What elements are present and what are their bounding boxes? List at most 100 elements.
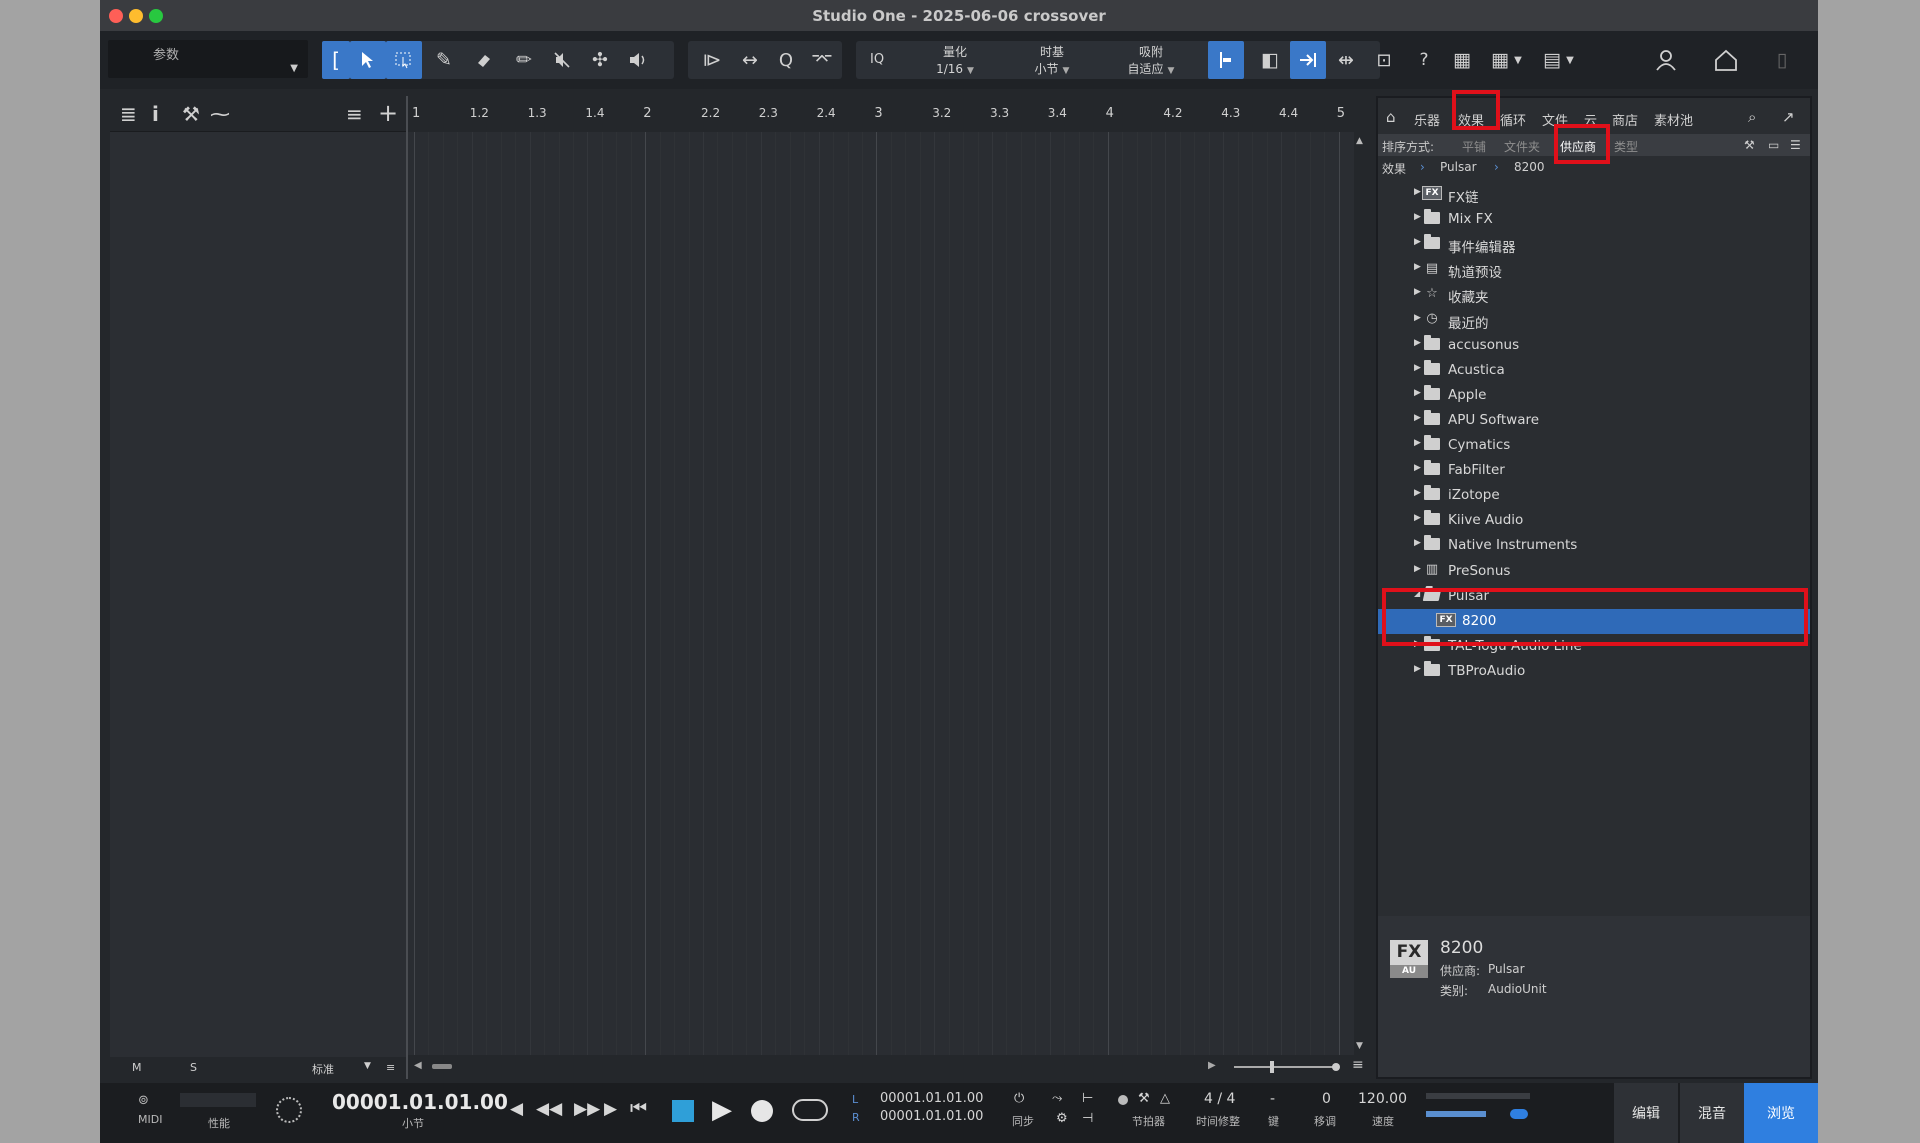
list-icon[interactable]: ≣ bbox=[120, 102, 137, 126]
tree-item[interactable]: ▶ Apple bbox=[1378, 383, 1810, 408]
collapsed-arrow-icon[interactable]: ▶ bbox=[1414, 388, 1421, 398]
collapsed-arrow-icon[interactable]: ▶ bbox=[1414, 313, 1421, 323]
settings-icon[interactable]: ⚙ bbox=[1056, 1111, 1068, 1126]
key-value[interactable]: - bbox=[1270, 1091, 1275, 1107]
ripple-edit-button[interactable]: ⌤ bbox=[804, 41, 840, 79]
tree-item[interactable]: ▶ ▥ PreSonus bbox=[1378, 559, 1810, 584]
breadcrumb-effects[interactable]: 效果 bbox=[1382, 160, 1406, 177]
track-list-icon[interactable]: ≡ bbox=[346, 102, 363, 126]
play-button[interactable]: ▶ bbox=[712, 1095, 732, 1125]
collapsed-arrow-icon[interactable]: ▶ bbox=[1414, 237, 1421, 247]
stop-button[interactable] bbox=[672, 1100, 694, 1122]
sort-type[interactable]: 类型 bbox=[1614, 138, 1638, 155]
list-options-icon[interactable]: ☰ bbox=[1790, 138, 1801, 152]
search-icon[interactable]: ⌕ bbox=[1748, 108, 1756, 126]
stretch-button[interactable]: ↔ bbox=[732, 41, 768, 79]
precount-icon[interactable]: ⤳ bbox=[1052, 1091, 1062, 1106]
snap-selector[interactable]: 吸附 自适应 ▼ bbox=[1106, 44, 1196, 80]
parameter-dropdown[interactable]: 参数 ▼ bbox=[108, 40, 308, 78]
track-height-selector[interactable]: 标准 bbox=[312, 1061, 334, 1077]
tree-item[interactable]: ▶ TBProAudio bbox=[1378, 659, 1810, 684]
menu-icon[interactable]: ≡ bbox=[386, 1061, 395, 1074]
split-at-cursor-button[interactable]: ⧐ bbox=[694, 41, 730, 79]
midi-monitor[interactable]: ⊚ bbox=[138, 1093, 149, 1108]
volume-toggle[interactable] bbox=[1510, 1109, 1528, 1119]
tab-shop[interactable]: 商店 bbox=[1612, 110, 1638, 129]
help-button[interactable]: ? bbox=[1406, 41, 1442, 79]
tree-item[interactable]: ▶ APU Software bbox=[1378, 408, 1810, 433]
quantize-selector[interactable]: 量化 1/16 ▼ bbox=[920, 44, 990, 80]
collapsed-arrow-icon[interactable]: ▶ bbox=[1414, 187, 1421, 197]
collapsed-arrow-icon[interactable]: ▶ bbox=[1414, 538, 1421, 548]
video-icon[interactable]: ▦ bbox=[1444, 41, 1480, 79]
mute-all-button[interactable]: M bbox=[132, 1061, 142, 1074]
collapsed-arrow-icon[interactable]: ▶ bbox=[1414, 413, 1421, 423]
tree-item[interactable]: ▶ Acustica bbox=[1378, 358, 1810, 383]
mix-view-button[interactable]: 混音 bbox=[1680, 1083, 1744, 1143]
tab-loops[interactable]: 循环 bbox=[1500, 110, 1526, 129]
document-icon[interactable]: ▯ bbox=[1764, 41, 1800, 79]
punch-in-icon[interactable]: ⊢ bbox=[1082, 1091, 1093, 1106]
bend-tool-button[interactable]: ✣ bbox=[582, 41, 618, 79]
loop-button[interactable] bbox=[792, 1099, 828, 1121]
tree-item[interactable]: ▶ FX FX链 bbox=[1378, 182, 1810, 207]
scroll-up-icon[interactable]: ▲ bbox=[1356, 136, 1363, 146]
automation-icon[interactable]: ⁓ bbox=[210, 102, 230, 126]
eraser-tool-button[interactable] bbox=[466, 41, 502, 79]
tree-item[interactable]: ▶ FabFilter bbox=[1378, 458, 1810, 483]
home-icon[interactable]: ⌂ bbox=[1386, 108, 1396, 126]
scroll-left-icon[interactable]: ◀ bbox=[414, 1060, 422, 1071]
tree-item[interactable]: ▶ ▤ 轨道预设 bbox=[1378, 257, 1810, 282]
power-icon[interactable]: ⏻ bbox=[1014, 1091, 1024, 1106]
tree-item[interactable]: ▶ ☆ 收藏夹 bbox=[1378, 282, 1810, 307]
home-icon[interactable] bbox=[1708, 41, 1744, 79]
loop-end-display[interactable]: 00001.01.01.00 bbox=[880, 1109, 983, 1124]
scroll-thumb[interactable] bbox=[432, 1064, 452, 1069]
metronome-icon[interactable]: △ bbox=[1160, 1091, 1170, 1106]
target-icon[interactable]: ⊡ bbox=[1366, 41, 1402, 79]
breadcrumb-plugin[interactable]: 8200 bbox=[1514, 160, 1545, 174]
collapsed-arrow-icon[interactable]: ▶ bbox=[1414, 664, 1421, 674]
user-icon[interactable] bbox=[1648, 41, 1684, 79]
chevron-down-icon[interactable]: ▼ bbox=[1560, 41, 1580, 79]
volume-slider[interactable] bbox=[1426, 1111, 1486, 1117]
rewind-icon[interactable]: ◀◀ bbox=[536, 1099, 562, 1119]
browse-view-button[interactable]: 浏览 bbox=[1744, 1083, 1818, 1143]
wrench-icon[interactable]: ⚒ bbox=[182, 102, 200, 126]
breadcrumb-vendor[interactable]: Pulsar bbox=[1440, 160, 1477, 174]
horizontal-scrollbar[interactable]: ◀ ▶ ≡ bbox=[408, 1055, 1370, 1079]
metronome-settings-icon[interactable]: ⚒ bbox=[1138, 1091, 1150, 1106]
tree-item[interactable]: ▶ iZotope bbox=[1378, 483, 1810, 508]
transpose-value[interactable]: 0 bbox=[1322, 1091, 1331, 1107]
collapsed-arrow-icon[interactable]: ▶ bbox=[1414, 338, 1421, 348]
sort-flat[interactable]: 平铺 bbox=[1462, 138, 1486, 155]
snap-toggle-button[interactable] bbox=[1208, 41, 1244, 79]
forward-marker-icon[interactable]: ▶ bbox=[604, 1099, 617, 1119]
range-select-tool-button[interactable] bbox=[386, 41, 422, 79]
wrench-icon[interactable]: ⚒ bbox=[1744, 138, 1755, 152]
scroll-down-icon[interactable]: ▼ bbox=[1356, 1041, 1363, 1051]
solo-all-button[interactable]: S bbox=[190, 1061, 197, 1074]
tree-item[interactable]: ▶ 事件编辑器 bbox=[1378, 232, 1810, 257]
timebase-selector[interactable]: 时基 小节 ▼ bbox=[1012, 44, 1092, 80]
zoom-slider[interactable] bbox=[1234, 1066, 1336, 1068]
return-to-zero-icon[interactable]: ⏮ bbox=[630, 1097, 647, 1119]
loop-start-display[interactable]: 00001.01.01.00 bbox=[880, 1091, 983, 1106]
rewind-to-marker-icon[interactable]: ◀ bbox=[510, 1099, 523, 1119]
quantize-button[interactable]: Q bbox=[768, 41, 804, 79]
time-signature-value[interactable]: 4 / 4 bbox=[1204, 1091, 1235, 1107]
split-tool-button[interactable]: ✎ bbox=[426, 41, 462, 79]
menu-icon[interactable]: ≡ bbox=[1352, 1057, 1364, 1073]
iq-button[interactable]: IQ bbox=[870, 51, 884, 68]
collapsed-arrow-icon[interactable]: ▶ bbox=[1414, 212, 1421, 222]
collapsed-arrow-icon[interactable]: ▶ bbox=[1414, 287, 1421, 297]
tree-item[interactable]: ▶ ◷ 最近的 bbox=[1378, 308, 1810, 333]
collapsed-arrow-icon[interactable]: ▶ bbox=[1414, 463, 1421, 473]
time-unit-selector[interactable]: 小节 bbox=[402, 1115, 424, 1131]
collapsed-arrow-icon[interactable]: ▶ bbox=[1414, 564, 1421, 574]
metronome-dot-icon[interactable] bbox=[1118, 1095, 1128, 1105]
tree-item[interactable]: ▶ accusonus bbox=[1378, 333, 1810, 358]
tab-pool[interactable]: 素材池 bbox=[1654, 110, 1693, 129]
tree-item[interactable]: ▶ Mix FX bbox=[1378, 207, 1810, 232]
paint-tool-button[interactable]: ✏ bbox=[506, 41, 542, 79]
